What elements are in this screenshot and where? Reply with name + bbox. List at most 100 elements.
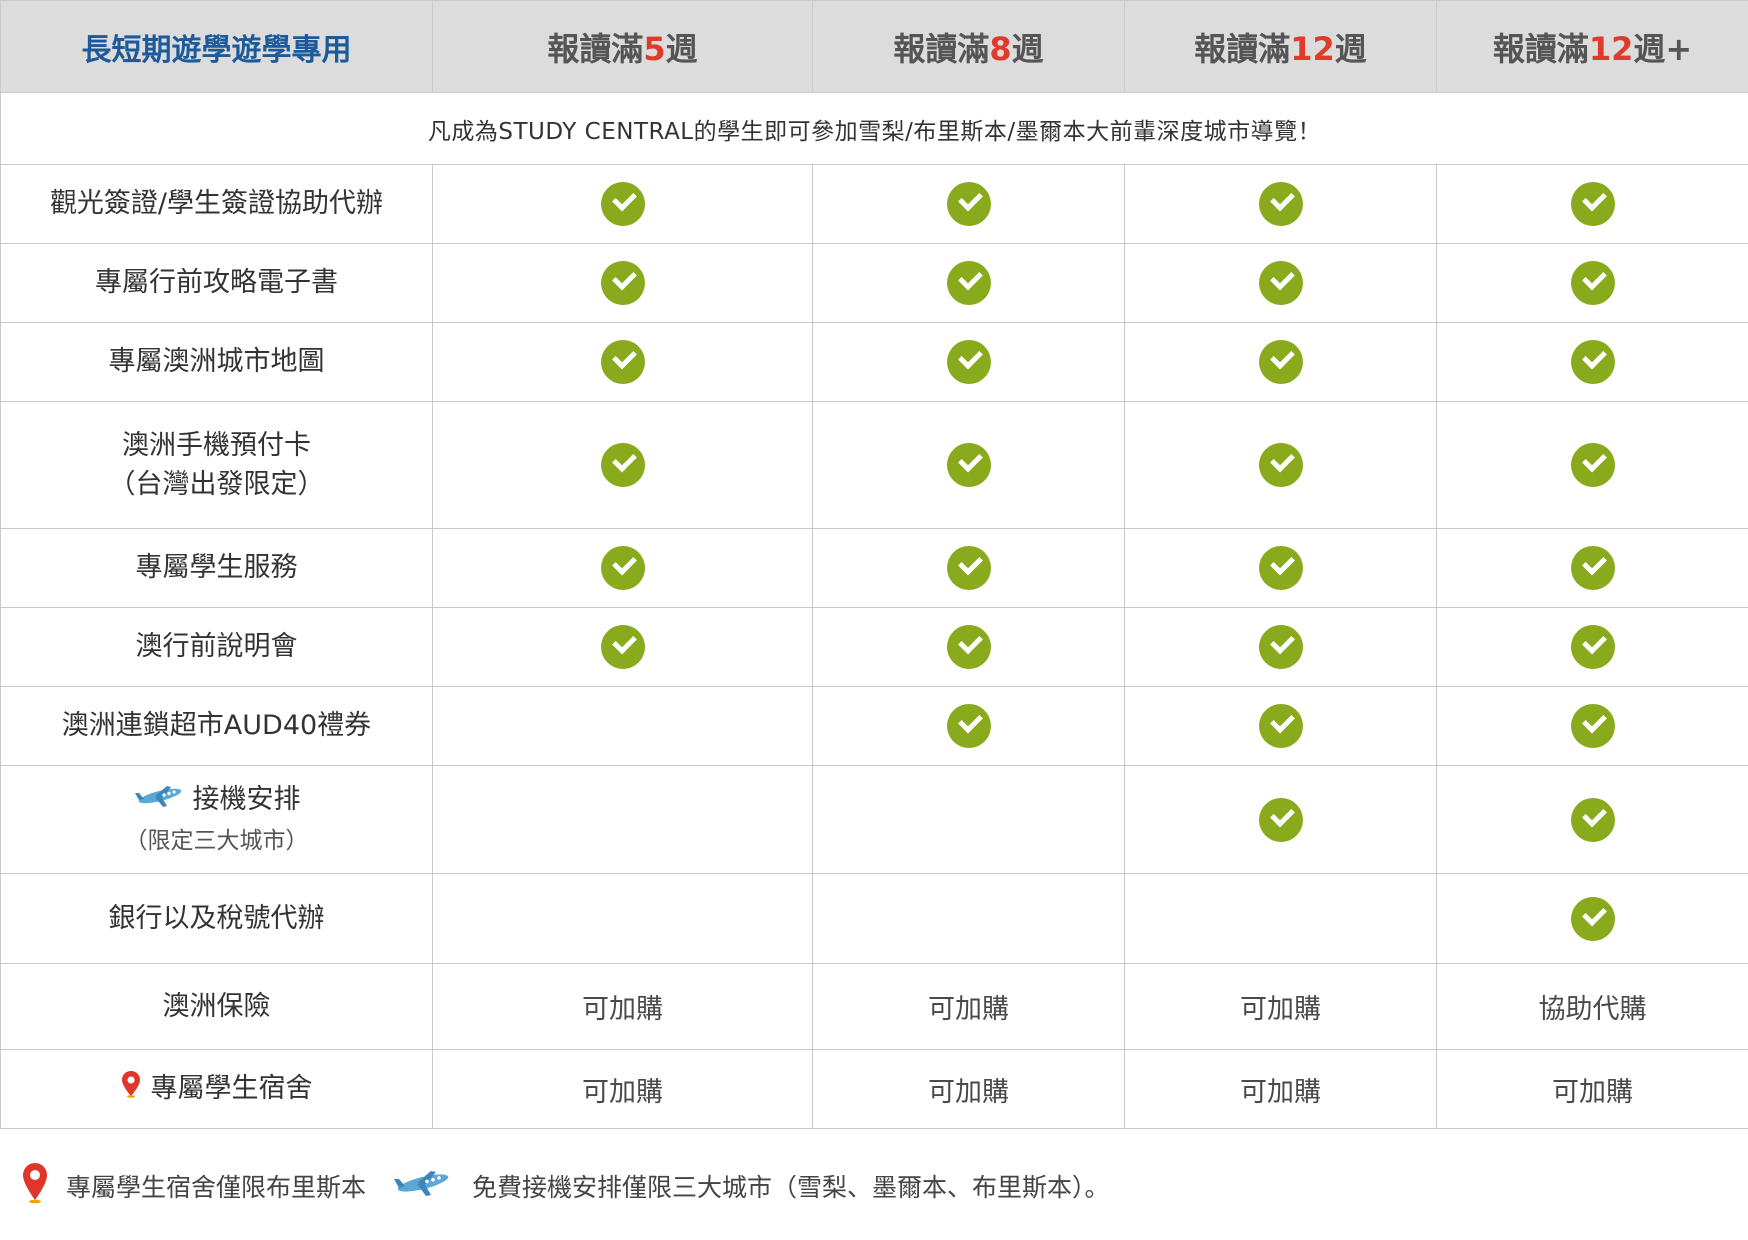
col-header-12w: 報讀滿12週 <box>1124 0 1437 93</box>
feature-label: 專屬澳洲城市地圖 <box>0 322 433 402</box>
feature-label: 澳洲保險 <box>0 963 433 1050</box>
checkmark-icon <box>1570 704 1615 748</box>
cell <box>812 322 1125 402</box>
checkmark-icon <box>1570 896 1615 941</box>
location-pin-icon <box>121 1070 141 1109</box>
cell <box>1436 686 1748 766</box>
cell <box>812 164 1125 244</box>
checkmark-icon <box>1570 261 1615 305</box>
cell <box>432 873 813 964</box>
feature-label: 專屬行前攻略電子書 <box>0 243 433 323</box>
feature-label: 專屬學生宿舍 <box>0 1049 433 1129</box>
pin-footnote: 專屬學生宿舍僅限布里斯本 <box>66 1173 367 1202</box>
cell <box>1436 243 1748 323</box>
cell-text: 可加購 <box>1124 963 1437 1050</box>
cell <box>432 686 813 766</box>
checkmark-icon <box>600 443 645 487</box>
cell <box>812 686 1125 766</box>
cell <box>812 401 1125 529</box>
table-row: 專屬學生服務 <box>0 528 1748 608</box>
checkmark-icon <box>1258 182 1303 226</box>
checkmark-icon <box>946 546 991 590</box>
table-row: 專屬澳洲城市地圖 <box>0 322 1748 402</box>
airplane-footnote: 免費接機安排僅限三大城市（雪梨、墨爾本、布里斯本）。 <box>472 1173 1110 1202</box>
cell <box>812 607 1125 687</box>
cell <box>1124 401 1437 529</box>
checkmark-icon <box>1570 797 1615 842</box>
feature-label: 澳洲手機預付卡 （台灣出發限定） <box>0 401 433 529</box>
checkmark-icon <box>946 704 991 748</box>
cell <box>1124 873 1437 964</box>
cell <box>432 528 813 608</box>
checkmark-icon <box>1258 261 1303 305</box>
checkmark-icon <box>600 625 645 669</box>
table-row: 接機安排 （限定三大城市） <box>0 765 1748 874</box>
cell <box>432 243 813 323</box>
feature-label: 澳行前說明會 <box>0 607 433 687</box>
cell-text: 可加購 <box>432 1049 813 1129</box>
feature-label: 專屬學生服務 <box>0 528 433 608</box>
checkmark-icon <box>946 625 991 669</box>
col-header-12w-plus: 報讀滿12週+ <box>1436 0 1748 93</box>
notice-row: 凡成為STUDY CENTRAL的學生即可參加雪梨/布里斯本/墨爾本大前輩深度城… <box>0 92 1748 165</box>
feature-label: 接機安排 （限定三大城市） <box>0 765 433 874</box>
cell <box>1436 607 1748 687</box>
cell <box>1124 528 1437 608</box>
cell <box>812 243 1125 323</box>
feature-label: 觀光簽證/學生簽證協助代辦 <box>0 164 433 244</box>
checkmark-icon <box>1570 546 1615 590</box>
cell-text: 協助代購 <box>1436 963 1748 1050</box>
feature-label: 澳洲連鎖超市AUD40禮券 <box>0 686 433 766</box>
checkmark-icon <box>946 443 991 487</box>
checkmark-icon <box>1570 625 1615 669</box>
col-header-8w: 報讀滿8週 <box>812 0 1125 93</box>
cell <box>432 401 813 529</box>
checkmark-icon <box>600 182 645 226</box>
cell <box>432 765 813 874</box>
checkmark-icon <box>946 182 991 226</box>
cell <box>1436 322 1748 402</box>
cell <box>1436 765 1748 874</box>
cell <box>1436 164 1748 244</box>
checkmark-icon <box>1258 546 1303 590</box>
cell <box>1124 686 1437 766</box>
location-pin-icon <box>22 1162 48 1210</box>
checkmark-icon <box>600 340 645 384</box>
cell-text: 可加購 <box>1436 1049 1748 1129</box>
checkmark-icon <box>1258 625 1303 669</box>
cell <box>812 765 1125 874</box>
footnotes: 專屬學生宿舍僅限布里斯本 免費接機安排僅限三大城市（雪梨、墨爾本、布里斯本）。 <box>22 1162 1110 1210</box>
cell-text: 可加購 <box>1124 1049 1437 1129</box>
table-row: 澳洲手機預付卡 （台灣出發限定） <box>0 401 1748 529</box>
cell-text: 可加購 <box>812 1049 1125 1129</box>
cell <box>1436 873 1748 964</box>
feature-label-sub: （限定三大城市） <box>124 827 309 854</box>
feature-label-main: 澳洲手機預付卡 <box>122 429 311 461</box>
feature-label-main: 專屬學生宿舍 <box>150 1072 313 1104</box>
airplane-icon <box>392 1167 452 1205</box>
checkmark-icon <box>946 340 991 384</box>
checkmark-icon <box>1258 340 1303 384</box>
feature-label-main: 接機安排 <box>192 783 301 815</box>
airplane-icon <box>133 781 185 820</box>
table-row: 澳行前說明會 <box>0 607 1748 687</box>
header-row: 長短期遊學遊學專用 報讀滿5週 報讀滿8週 報讀滿12週 報讀滿12週+ <box>0 0 1748 93</box>
table-row: 觀光簽證/學生簽證協助代辦 <box>0 164 1748 244</box>
cell <box>1436 528 1748 608</box>
cell <box>1124 607 1437 687</box>
feature-label-sub: （台灣出發限定） <box>108 469 325 500</box>
checkmark-icon <box>1570 340 1615 384</box>
checkmark-icon <box>600 261 645 305</box>
benefits-table: 長短期遊學遊學專用 報讀滿5週 報讀滿8週 報讀滿12週 報讀滿12週+ 凡成為… <box>0 0 1748 1129</box>
col-header-5w: 報讀滿5週 <box>432 0 813 93</box>
checkmark-icon <box>1258 797 1303 842</box>
cell <box>812 873 1125 964</box>
cell <box>1124 322 1437 402</box>
city-tour-notice: 凡成為STUDY CENTRAL的學生即可參加雪梨/布里斯本/墨爾本大前輩深度城… <box>0 92 1748 165</box>
cell <box>1124 164 1437 244</box>
cell-text: 可加購 <box>812 963 1125 1050</box>
cell <box>1124 765 1437 874</box>
cell <box>432 164 813 244</box>
table-row: 澳洲連鎖超市AUD40禮券 <box>0 686 1748 766</box>
cell <box>1124 243 1437 323</box>
